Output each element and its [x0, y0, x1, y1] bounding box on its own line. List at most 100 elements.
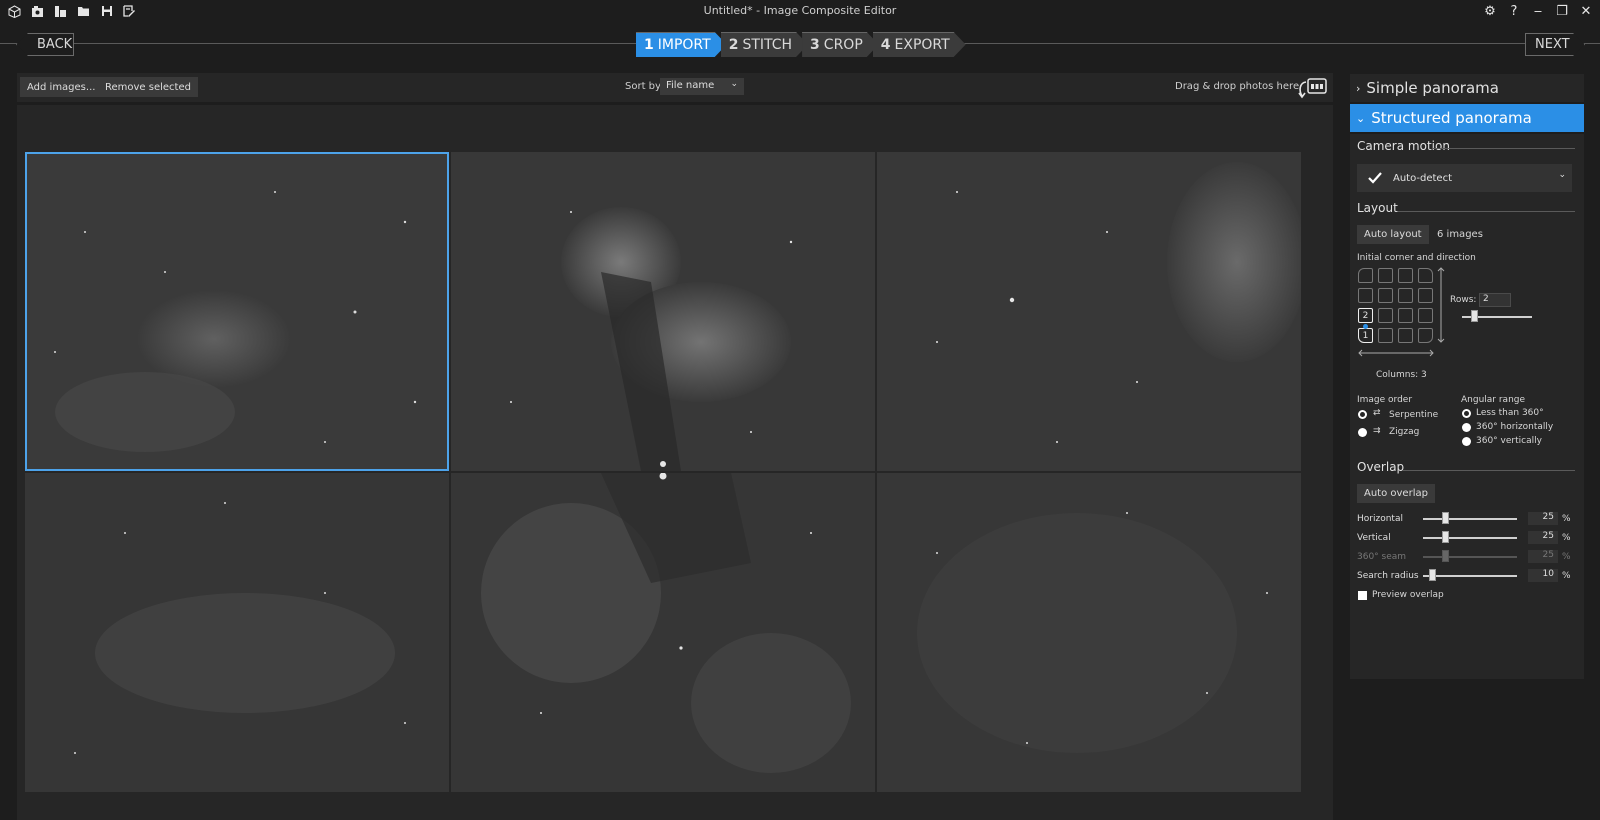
horizontal-360-label: 360° horizontally	[1476, 422, 1554, 432]
rows-slider-knob[interactable]	[1471, 310, 1478, 322]
help-icon[interactable]: ?	[1502, 1, 1526, 21]
chevron-down-icon: ⌄	[1356, 111, 1366, 125]
zigzag-radio[interactable]	[1358, 428, 1367, 437]
checkmark-icon	[1368, 172, 1382, 184]
nebula-image	[877, 473, 1301, 792]
nebula-image	[451, 152, 875, 471]
sort-value: File name	[666, 80, 715, 91]
auto-overlap-button[interactable]: Auto overlap	[1357, 484, 1435, 503]
image-thumbnail[interactable]	[25, 152, 449, 471]
restore-icon[interactable]: ❐	[1550, 1, 1574, 21]
nebula-image	[25, 473, 449, 792]
vertical-360-label: 360° vertically	[1476, 436, 1542, 446]
horizontal-overlap-knob[interactable]	[1442, 512, 1449, 524]
back-button[interactable]: BACK	[16, 33, 74, 56]
angular-range-title: Angular range	[1461, 395, 1526, 405]
percent-unit: %	[1562, 552, 1571, 562]
horizontal-overlap-label: Horizontal	[1357, 514, 1403, 524]
overlap-title: Overlap	[1357, 460, 1405, 474]
corner-direction-grid[interactable]: 2 1	[1357, 266, 1447, 371]
serpentine-radio[interactable]	[1358, 410, 1367, 419]
structured-panorama-label: Structured panorama	[1371, 109, 1532, 127]
close-icon[interactable]: ✕	[1574, 1, 1598, 21]
step-export[interactable]: 4 EXPORT	[873, 32, 966, 57]
simple-panorama-header[interactable]: › Simple panorama	[1350, 74, 1584, 102]
vertical-overlap-value[interactable]: 25	[1528, 531, 1558, 544]
camera-motion-title: Camera motion	[1357, 139, 1450, 153]
auto-layout-button[interactable]: Auto layout	[1357, 225, 1429, 244]
step-import[interactable]: 1 IMPORT	[636, 32, 727, 57]
step-label: IMPORT	[657, 37, 711, 53]
image-thumbnail[interactable]	[451, 473, 875, 792]
sort-label: Sort by	[625, 81, 661, 92]
import-toolbar: Add images... Remove selected Sort by Fi…	[17, 73, 1333, 102]
step-label: STITCH	[742, 37, 793, 53]
remove-selected-button[interactable]: Remove selected	[98, 77, 198, 97]
nebula-image	[451, 473, 875, 792]
step-number: 4	[880, 37, 891, 53]
image-thumbnail[interactable]	[877, 152, 1301, 471]
vertical-360-radio[interactable]	[1462, 437, 1471, 446]
horizontal-360-radio[interactable]	[1462, 423, 1471, 432]
less-than-360-radio[interactable]	[1462, 409, 1471, 418]
image-grid-area	[17, 105, 1333, 820]
structured-panorama-panel: Camera motion Auto-detect ⌄ Layout Auto …	[1350, 134, 1584, 679]
image-thumbnail[interactable]	[25, 473, 449, 792]
nebula-image	[877, 152, 1301, 471]
step-crop[interactable]: 3 CROP	[802, 32, 879, 57]
preview-overlap-checkbox[interactable]	[1358, 591, 1367, 600]
horizontal-overlap-track[interactable]	[1423, 518, 1517, 520]
search-radius-label: Search radius	[1357, 571, 1419, 581]
add-images-button[interactable]: Add images...	[20, 77, 103, 97]
next-button[interactable]: NEXT	[1525, 33, 1585, 56]
wizard-steps: 1 IMPORT 2 STITCH 3 CROP 4 EXPORT	[636, 32, 960, 57]
settings-gear-icon[interactable]: ⚙	[1478, 1, 1502, 21]
step-stitch[interactable]: 2 STITCH	[721, 32, 808, 57]
image-order-title: Image order	[1357, 395, 1413, 405]
side-panel: › Simple panorama ⌄ Structured panorama Ca…	[1337, 73, 1600, 820]
seam-overlap-knob	[1442, 550, 1449, 562]
search-radius-track[interactable]	[1423, 575, 1517, 577]
percent-unit: %	[1562, 533, 1571, 543]
serpentine-icon: ⇄	[1373, 408, 1381, 418]
window-controls: ⚙ ? ‒ ❐ ✕	[1478, 1, 1598, 21]
camera-motion-dropdown[interactable]: Auto-detect ⌄	[1357, 164, 1572, 192]
camera-motion-value: Auto-detect	[1393, 172, 1453, 184]
less-than-360-label: Less than 360°	[1476, 408, 1544, 418]
seam-overlap-track	[1423, 556, 1517, 558]
image-thumbnail[interactable]	[877, 473, 1301, 792]
vertical-overlap-knob[interactable]	[1442, 531, 1449, 543]
horizontal-overlap-value[interactable]: 25	[1528, 512, 1558, 525]
columns-label: Columns: 3	[1376, 370, 1427, 380]
chevron-down-icon: ⌄	[730, 79, 738, 89]
zigzag-icon: ⇉	[1373, 426, 1381, 436]
step-label: EXPORT	[894, 37, 950, 53]
bottom-strip	[17, 812, 1333, 820]
zigzag-label: Zigzag	[1389, 427, 1420, 437]
wizard-navigation: BACK 1 IMPORT 2 STITCH 3 CROP 4 EXPORT NEXT	[0, 30, 1600, 60]
title-bar: Untitled* - Image Composite Editor ⚙ ? ‒…	[0, 0, 1600, 22]
step-number: 1	[644, 37, 654, 53]
drag-drop-icon	[1297, 77, 1327, 103]
window-title: Untitled* - Image Composite Editor	[703, 4, 897, 17]
sort-dropdown[interactable]: File name ⌄	[660, 78, 744, 95]
rows-input[interactable]: 2	[1479, 293, 1511, 307]
drag-drop-hint: Drag & drop photos here	[1175, 81, 1300, 92]
percent-unit: %	[1562, 571, 1571, 581]
image-thumbnail[interactable]	[451, 152, 875, 471]
seam-overlap-value: 25	[1528, 550, 1558, 563]
section-divider	[1402, 470, 1575, 471]
section-divider	[1398, 211, 1575, 212]
percent-unit: %	[1562, 514, 1571, 524]
vertical-overlap-track[interactable]	[1423, 537, 1517, 539]
search-radius-value[interactable]: 10	[1528, 569, 1558, 582]
vertical-overlap-label: Vertical	[1357, 533, 1391, 543]
preview-overlap-label: Preview overlap	[1372, 590, 1444, 600]
initial-corner-label: Initial corner and direction	[1357, 253, 1476, 263]
minimize-icon[interactable]: ‒	[1526, 1, 1550, 21]
structured-panorama-header[interactable]: ⌄ Structured panorama	[1350, 104, 1584, 132]
chevron-down-icon: ⌄	[1558, 170, 1566, 180]
image-count: 6 images	[1437, 229, 1483, 240]
search-radius-knob[interactable]	[1429, 569, 1436, 581]
layout-title: Layout	[1357, 201, 1398, 215]
